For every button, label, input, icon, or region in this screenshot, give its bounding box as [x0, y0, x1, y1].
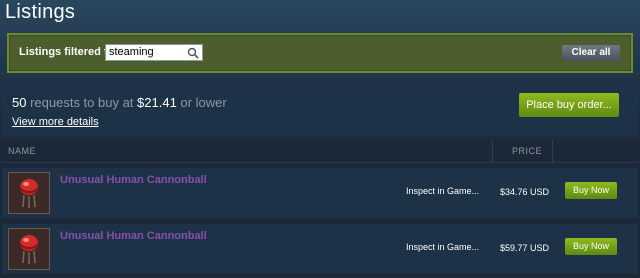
listing-row: Unusual Human Cannonball Inspect in Game…	[2, 168, 638, 218]
column-divider	[552, 140, 553, 162]
column-header-name: NAME	[8, 146, 37, 156]
clear-all-button[interactable]: Clear all	[562, 45, 620, 61]
inspect-in-game-link[interactable]: Inspect in Game...	[406, 186, 479, 196]
view-more-details-link[interactable]: View more details	[12, 116, 99, 128]
search-icon[interactable]	[187, 47, 199, 59]
buy-now-button[interactable]: Buy Now	[565, 182, 617, 199]
item-thumbnail[interactable]	[8, 228, 50, 270]
listings-table-header: NAME PRICE	[2, 140, 638, 163]
filter-bar: Listings filtered to: steaming Clear all	[7, 33, 633, 73]
buy-order-count: 50	[12, 95, 27, 110]
helmet-icon	[20, 235, 38, 264]
buy-order-requests-text: requests to buy at	[26, 95, 138, 110]
buy-now-button[interactable]: Buy Now	[565, 238, 617, 255]
filter-search-value: steaming	[109, 46, 154, 58]
buy-order-price: $21.41	[137, 95, 177, 110]
listing-price: $34.76 USD	[500, 187, 550, 197]
column-divider	[492, 140, 493, 162]
page-title: Listings	[5, 1, 76, 23]
item-thumbnail[interactable]	[8, 172, 50, 214]
helmet-icon	[20, 179, 38, 208]
item-name-link[interactable]: Unusual Human Cannonball	[60, 230, 207, 242]
listing-row: Unusual Human Cannonball Inspect in Game…	[2, 224, 638, 274]
buy-order-text: 50 requests to buy at $21.41 or lower	[12, 95, 227, 110]
buy-order-summary: 50 requests to buy at $21.41 or lower Vi…	[2, 86, 638, 136]
buy-order-suffix: or lower	[176, 95, 227, 110]
place-buy-order-button[interactable]: Place buy order...	[519, 93, 619, 117]
inspect-in-game-link[interactable]: Inspect in Game...	[406, 242, 479, 252]
column-header-price: PRICE	[512, 146, 543, 156]
listing-price: $59.77 USD	[500, 243, 550, 253]
filter-search-input[interactable]: steaming	[105, 44, 203, 61]
filter-label: Listings filtered to:	[19, 46, 118, 58]
item-name-link[interactable]: Unusual Human Cannonball	[60, 174, 207, 186]
